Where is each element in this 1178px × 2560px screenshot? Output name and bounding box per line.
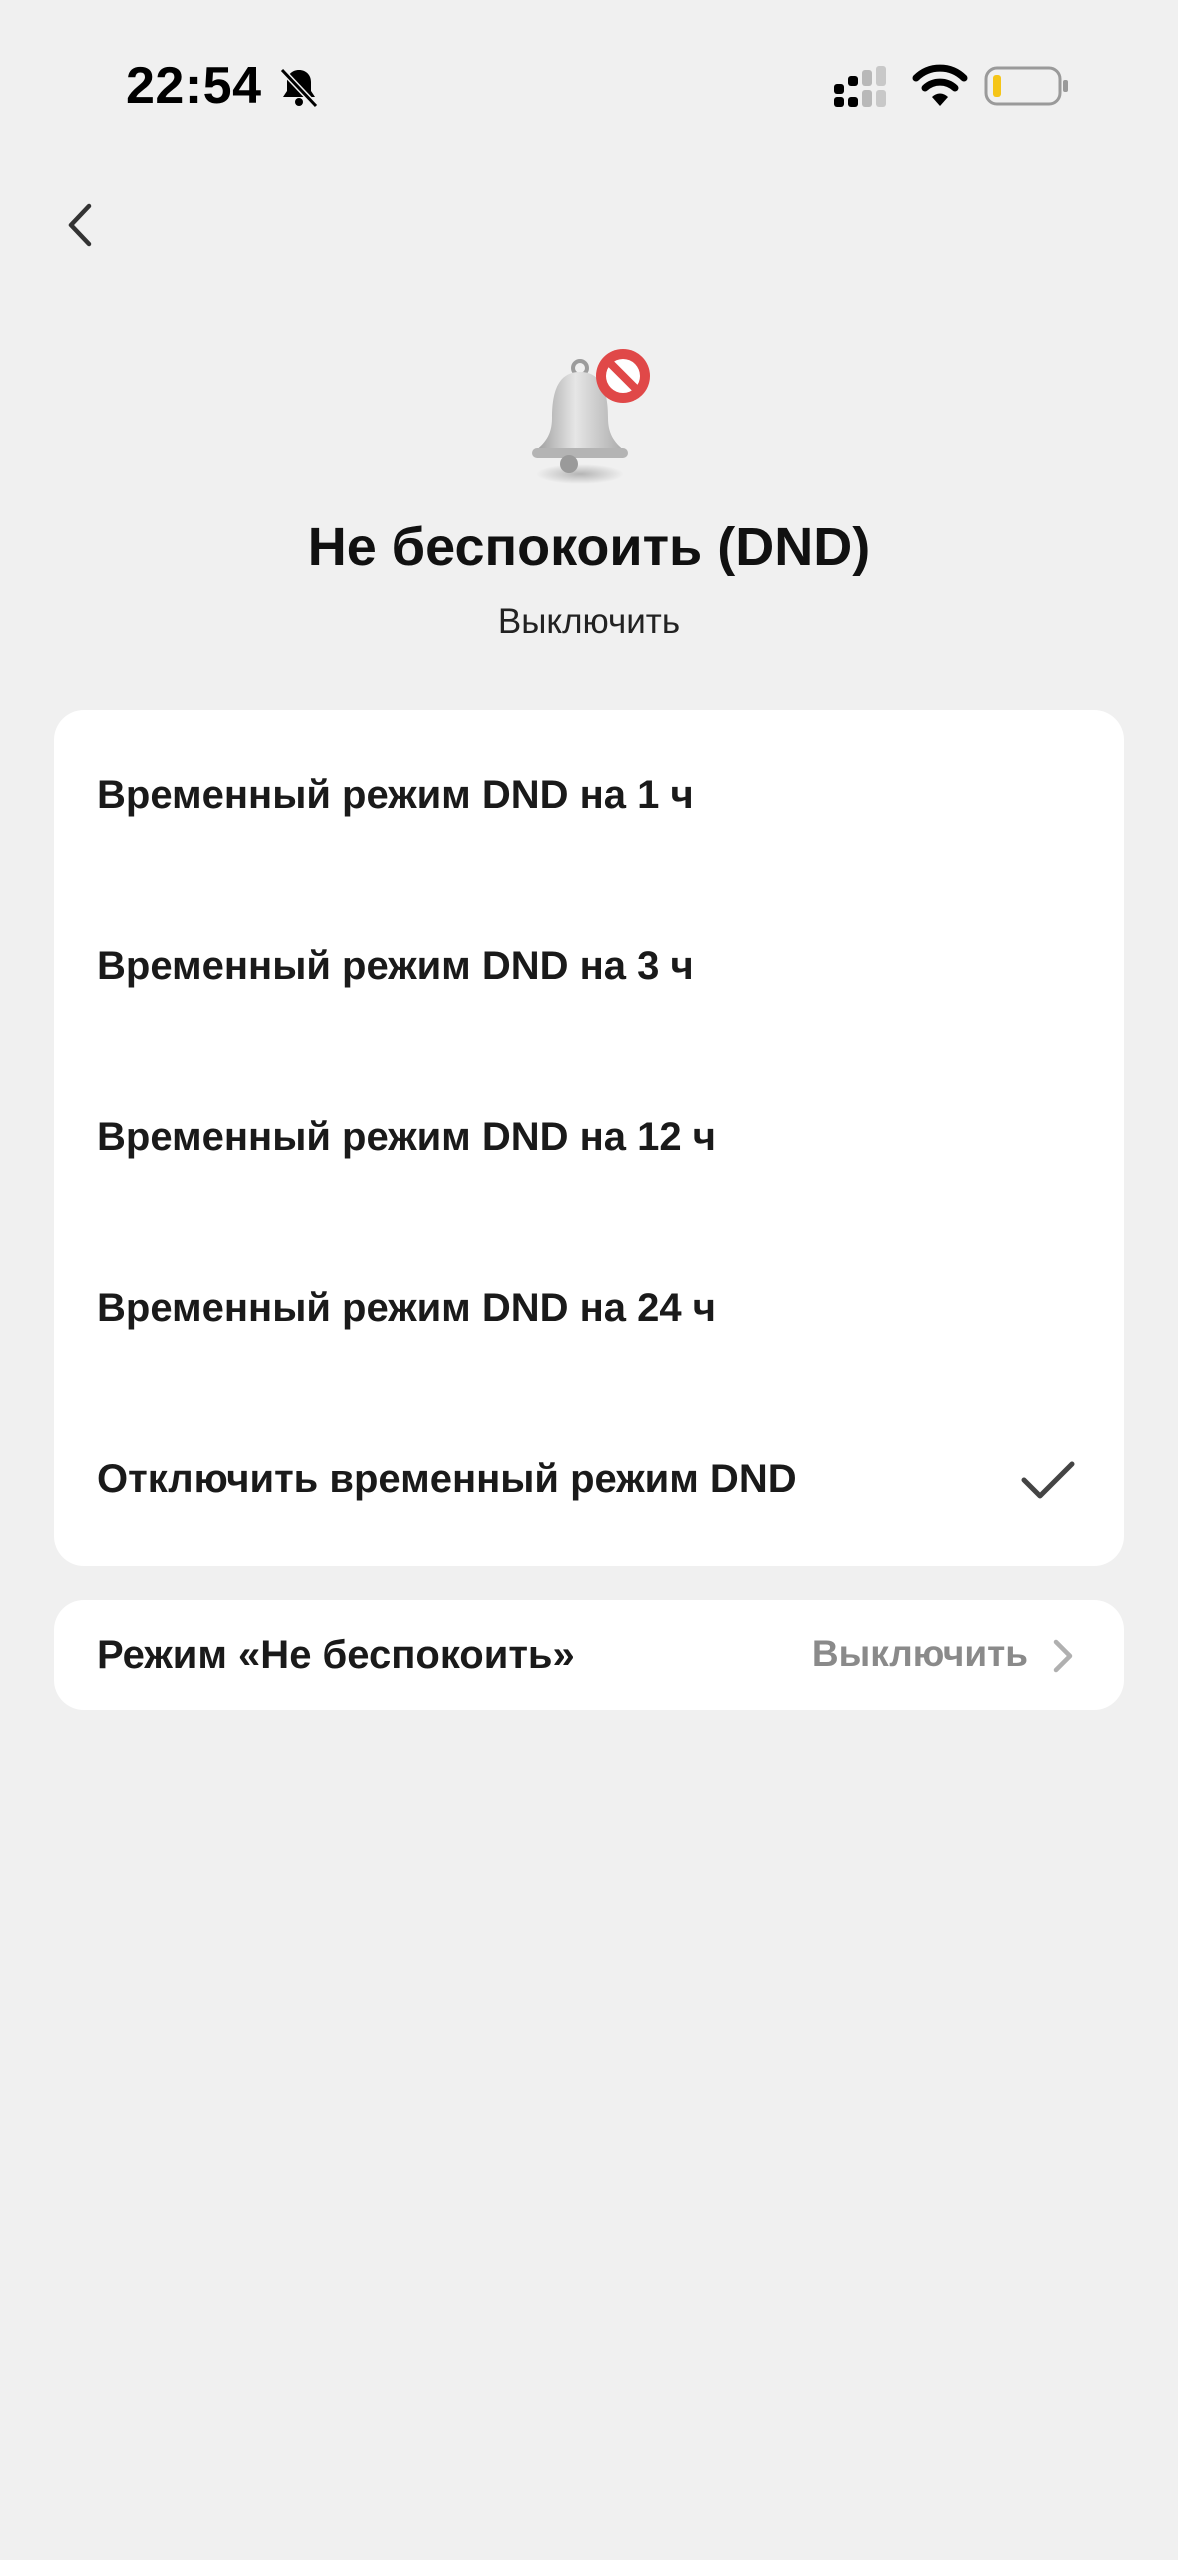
page-title: Не беспокоить (DND) (307, 517, 871, 577)
option-label: Отключить временный режим DND (97, 1457, 797, 1501)
option-dnd-24h[interactable]: Временный режим DND на 24 ч (54, 1223, 1124, 1394)
option-dnd-off[interactable]: Отключить временный режим DND (54, 1394, 1124, 1565)
cellular-signal-icon (834, 66, 886, 107)
wifi-icon (912, 64, 968, 106)
temporary-dnd-options: Временный режим DND на 1 ч Временный реж… (54, 710, 1124, 1566)
status-time: 22:54 (126, 57, 262, 115)
dnd-mode-value: Выключить (811, 1633, 1028, 1674)
dnd-settings-screen: 22:54 Не беспокоить (DND) Выключить Врем… (0, 0, 1178, 2560)
option-dnd-1h[interactable]: Временный режим DND на 1 ч (54, 710, 1124, 881)
option-label: Временный режим DND на 24 ч (97, 1286, 716, 1330)
bell-no-entry-icon (532, 349, 650, 484)
dnd-mode-row[interactable]: Режим «Не беспокоить» Выключить (54, 1600, 1124, 1710)
option-dnd-12h[interactable]: Временный режим DND на 12 ч (54, 1052, 1124, 1223)
dnd-status-subtitle: Выключить (497, 602, 681, 641)
chevron-right-icon (1053, 1639, 1073, 1673)
bell-slash-icon (279, 67, 319, 109)
dnd-mode-label: Режим «Не беспокоить» (97, 1632, 575, 1677)
option-label: Временный режим DND на 3 ч (97, 944, 694, 988)
status-bar: 22:54 (0, 0, 1178, 150)
battery-low-icon (984, 66, 1068, 106)
option-dnd-3h[interactable]: Временный режим DND на 3 ч (54, 881, 1124, 1052)
option-label: Временный режим DND на 1 ч (97, 773, 694, 817)
back-button[interactable] (50, 192, 110, 258)
checkmark-icon (1021, 1461, 1075, 1499)
option-label: Временный режим DND на 12 ч (97, 1115, 716, 1159)
chevron-left-icon (68, 203, 92, 247)
